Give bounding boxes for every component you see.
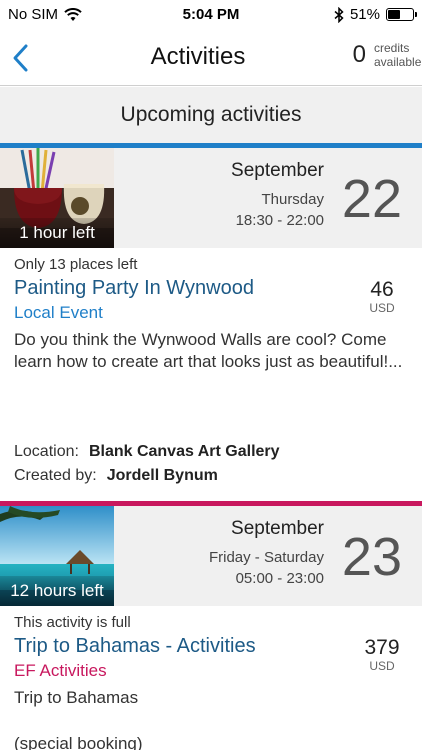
activity-card[interactable]: 1 hour left September Thursday 18:30 - 2… xyxy=(0,143,422,503)
activity-description: Trip to Bahamas xyxy=(14,688,139,707)
location-value: Blank Canvas Art Gallery xyxy=(88,443,280,460)
event-month: September xyxy=(231,518,324,539)
activity-title[interactable]: Trip to Bahamas - Activities xyxy=(14,635,256,658)
status-bar: No SIM 5:04 PM 51% xyxy=(0,0,422,32)
credits-label: credits available xyxy=(374,41,422,69)
navigation-bar: Activities 0 credits available xyxy=(0,32,422,86)
status-right: 51% xyxy=(334,6,417,23)
event-hours: 18:30 - 22:00 xyxy=(235,212,324,229)
event-hours: 05:00 - 23:00 xyxy=(235,570,324,587)
activity-thumbnail: 12 hours left xyxy=(0,506,114,606)
location-label: Location: xyxy=(14,443,79,460)
creator-line: Created by: Jordell Bynum xyxy=(14,467,218,485)
event-weekday: Thursday xyxy=(261,191,324,208)
activity-card[interactable]: 12 hours left September Friday - Saturda… xyxy=(0,501,422,750)
time-left-label: 1 hour left xyxy=(0,218,114,248)
price-currency: USD xyxy=(369,301,395,315)
card-header: 12 hours left September Friday - Saturda… xyxy=(0,506,422,606)
battery-icon xyxy=(386,8,417,21)
credits-count: 0 xyxy=(352,41,366,68)
section-header: Upcoming activities xyxy=(0,87,422,143)
activity-category: Local Event xyxy=(14,303,103,322)
activity-price: 46 xyxy=(370,278,394,301)
event-day: 23 xyxy=(341,527,402,587)
activity-category: EF Activities xyxy=(14,661,107,680)
credits-label-line-1: credits xyxy=(374,41,410,55)
activity-extra-note: (special booking) xyxy=(14,734,143,750)
bluetooth-icon xyxy=(334,6,344,23)
page-title: Activities xyxy=(150,43,246,70)
event-month: September xyxy=(231,160,324,181)
price-currency: USD xyxy=(369,659,395,673)
activity-title[interactable]: Painting Party In Wynwood xyxy=(14,277,254,300)
time-left-label: 12 hours left xyxy=(0,576,114,606)
event-weekday: Friday - Saturday xyxy=(208,549,324,566)
creator-label: Created by: xyxy=(14,467,97,484)
credits-label-line-2: available xyxy=(374,55,422,69)
creator-value: Jordell Bynum xyxy=(106,467,218,484)
location-line: Location: Blank Canvas Art Gallery xyxy=(14,443,280,461)
availability-label: This activity is full xyxy=(14,614,131,631)
event-day: 22 xyxy=(341,169,402,229)
battery-percent: 51% xyxy=(349,6,380,23)
credits-indicator[interactable]: 0 credits available xyxy=(353,41,422,69)
activity-price: 379 xyxy=(364,636,400,659)
battery-level xyxy=(388,10,400,19)
activity-thumbnail: 1 hour left xyxy=(0,148,114,248)
availability-label: Only 13 places left xyxy=(14,256,138,273)
activity-description: Do you think the Wynwood Walls are cool?… xyxy=(14,330,403,371)
card-header: 1 hour left September Thursday 18:30 - 2… xyxy=(0,148,422,248)
